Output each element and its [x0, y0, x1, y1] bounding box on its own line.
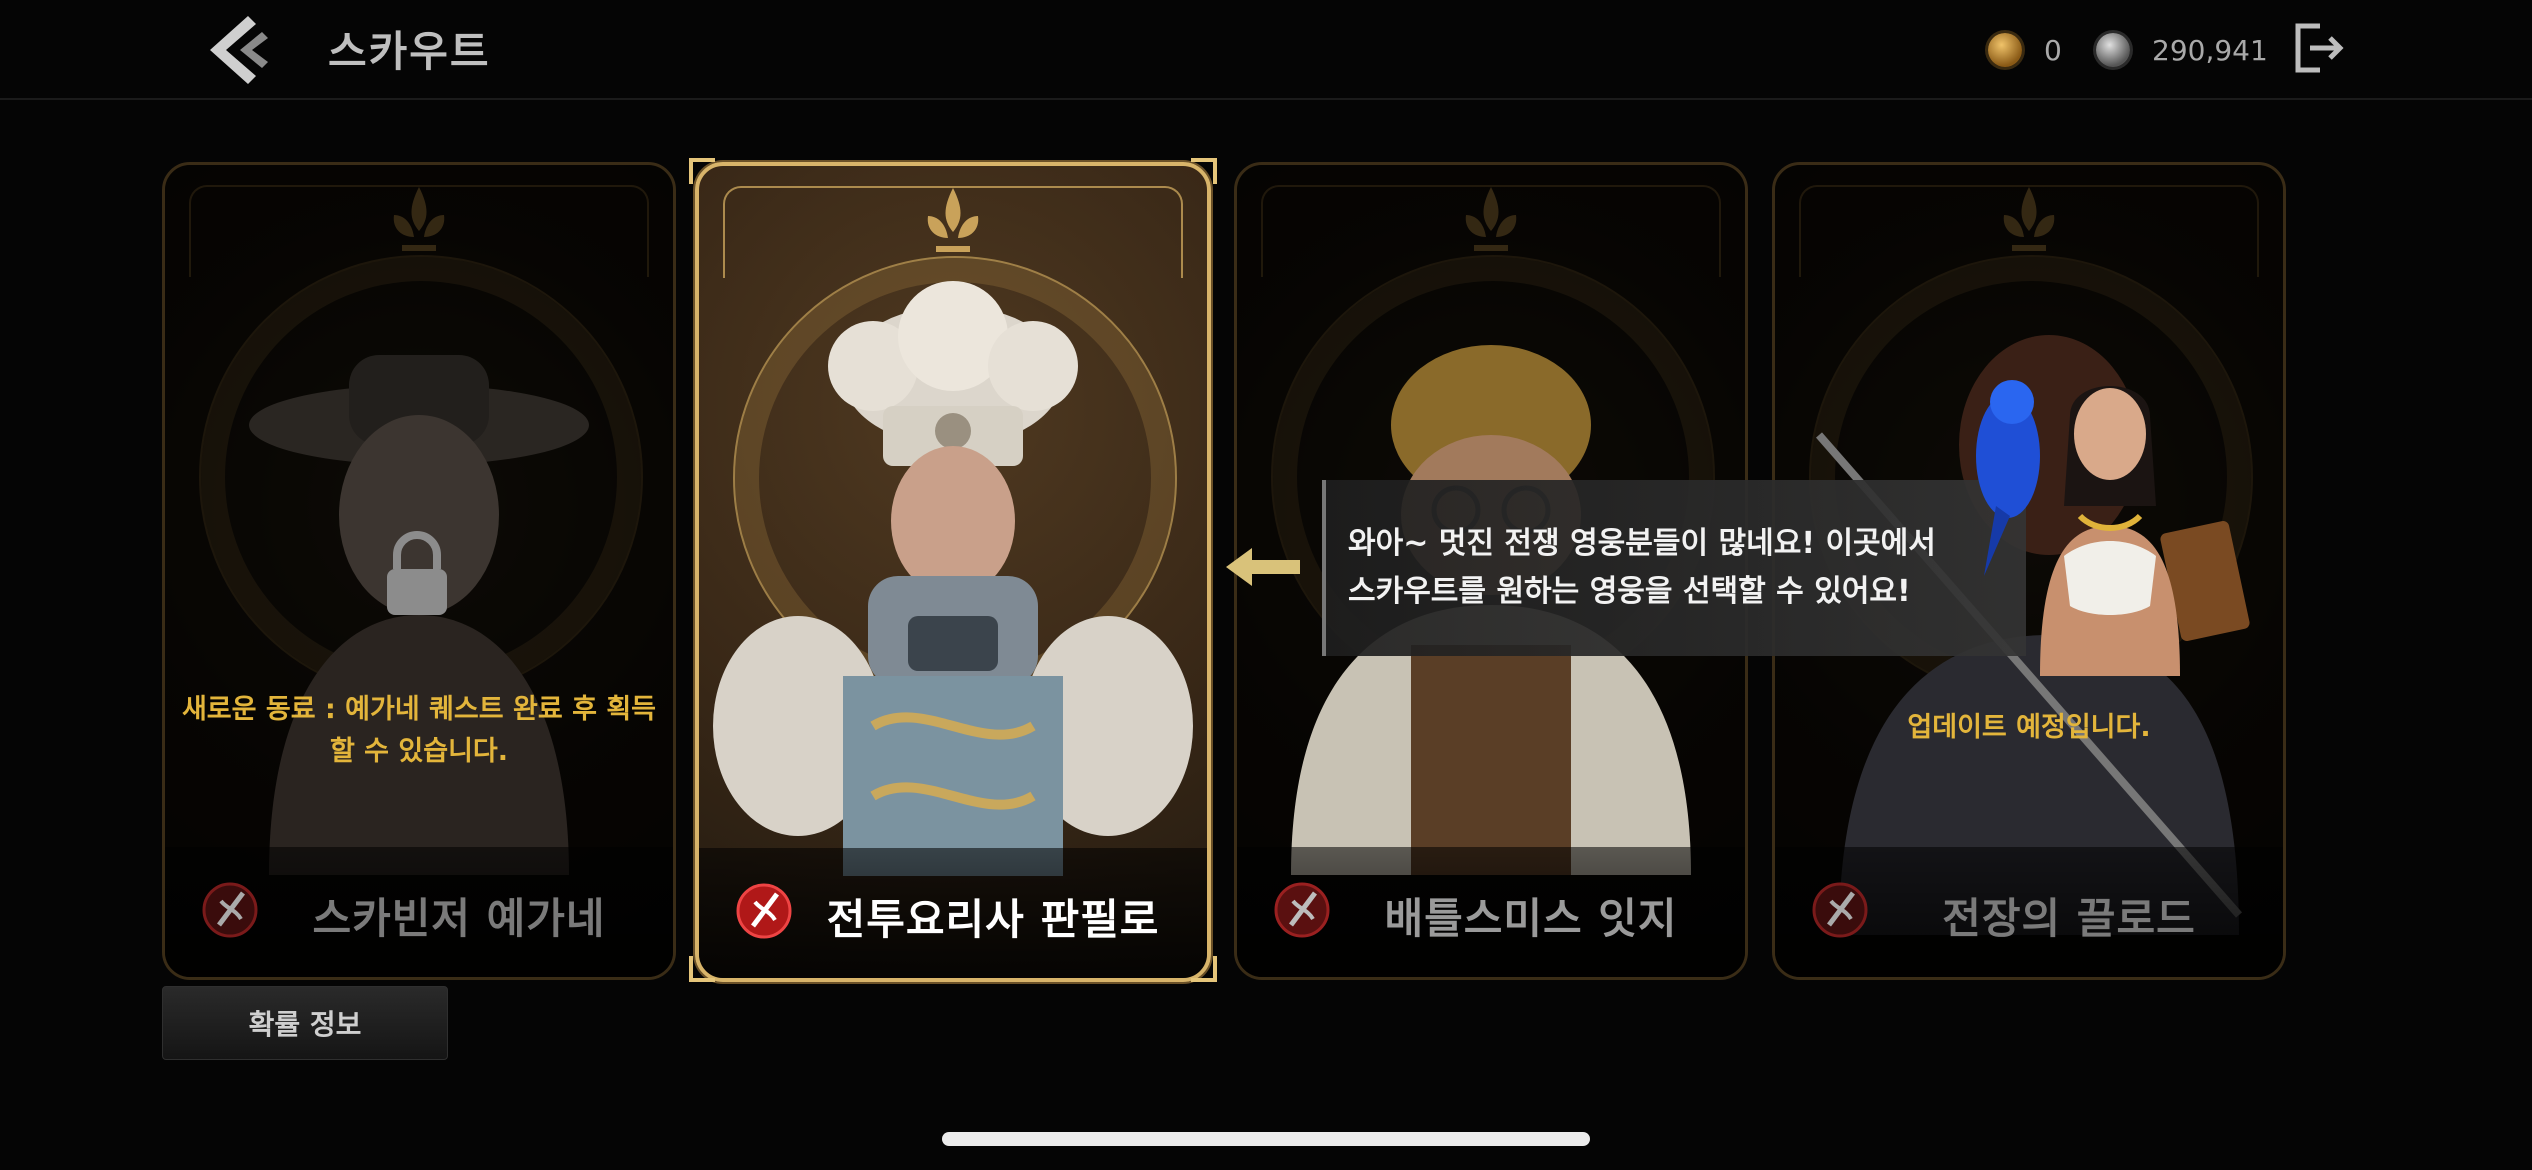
card-name: 전투요리사 판필로 [826, 895, 1160, 944]
card-nameplate: 전투요리사 판필로 [699, 848, 1207, 978]
card-frame [1261, 185, 1721, 277]
card-name: 전장의 끌로드 [1942, 894, 2196, 943]
card-nameplate: 배틀스미스 잇지 [1237, 847, 1745, 977]
probability-info-button[interactable]: 확률 정보 [162, 986, 448, 1060]
exit-button[interactable] [2290, 20, 2346, 76]
element-badge-icon [1812, 882, 1868, 938]
card-name: 스카빈저 예가네 [312, 894, 606, 943]
unlock-condition-note: 새로운 동료 : 예가네 퀘스트 완료 후 획득 할 수 있습니다. [181, 694, 657, 767]
silver-amount: 290,941 [2152, 33, 2268, 67]
guide-dialog[interactable]: 와아~ 멋진 전쟁 영웅분들이 많네요! 이곳에서 스카우트를 원하는 영웅을 … [1322, 480, 2026, 656]
gold-currency: 0 [1988, 24, 2062, 76]
gold-amount: 0 [2044, 33, 2062, 67]
selection-corner [689, 956, 715, 982]
panfilo-portrait [713, 281, 1193, 876]
gold-coin-icon [1988, 33, 2022, 67]
exit-icon [2295, 23, 2344, 73]
scout-card-yegane[interactable]: 새로운 동료 : 예가네 퀘스트 완료 후 획득 할 수 있습니다. 스카빈저 … [162, 162, 676, 980]
home-indicator[interactable] [942, 1132, 1590, 1146]
selection-corner [1191, 956, 1217, 982]
card-frame [1799, 185, 2259, 277]
fleur-de-lis-icon [2003, 187, 2055, 251]
selection-corner [689, 158, 715, 184]
dialog-pointer-arrow-icon [1226, 548, 1300, 586]
dialog-line-2: 스카우트를 원하는 영웅을 선택할 수 있어요! [1348, 574, 1911, 609]
card-name: 배틀스미스 잇지 [1384, 894, 1678, 943]
guide-npc-portrait [1976, 380, 2250, 676]
update-notice: 업데이트 예정입니다. [1907, 712, 2151, 743]
element-badge-icon [736, 883, 792, 939]
top-bar: 스카우트 0 290,941 [0, 0, 2532, 100]
element-badge-icon [202, 882, 258, 938]
page-title: 스카우트 [328, 27, 491, 76]
dialog-text: 와아~ 멋진 전쟁 영웅분들이 많네요! 이곳에서 스카우트를 원하는 영웅을 … [1348, 520, 2008, 616]
card-frame [189, 185, 649, 277]
silver-coin-icon [2096, 33, 2130, 67]
back-arrow-icon [210, 16, 268, 84]
back-button[interactable] [196, 10, 276, 90]
fleur-de-lis-icon [393, 187, 445, 251]
dialog-line-1: 와아~ 멋진 전쟁 영웅분들이 많네요! 이곳에서 [1348, 526, 1936, 561]
silver-currency: 290,941 [2096, 24, 2268, 76]
fleur-de-lis-icon [1465, 187, 1517, 251]
selection-corner [1191, 158, 1217, 184]
card-nameplate: 전장의 끌로드 [1775, 847, 2283, 977]
scout-card-panfilo[interactable]: 전투요리사 판필로 [695, 162, 1211, 982]
card-nameplate: 스카빈저 예가네 [165, 847, 673, 977]
element-badge-icon [1274, 882, 1330, 938]
lock-icon [387, 531, 447, 615]
